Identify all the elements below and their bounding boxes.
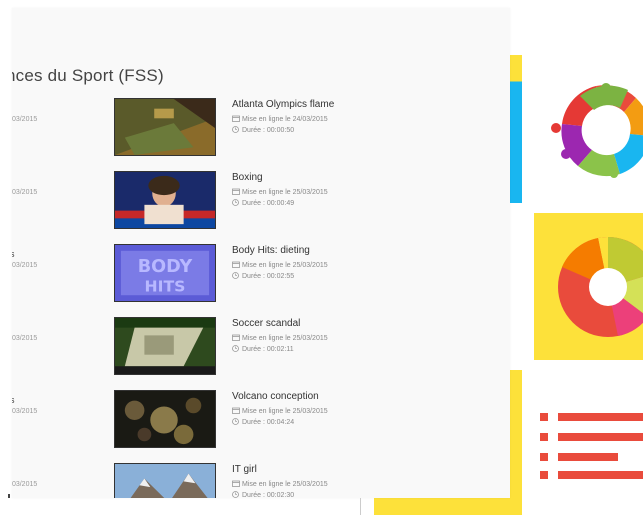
clock-icon <box>232 418 239 425</box>
left-title-fragment[interactable]: s <box>12 249 15 259</box>
scroll-mark <box>8 494 10 498</box>
video-date-text: Mise en ligne le 25/03/2015 <box>242 189 328 196</box>
video-duration: Durée : 00:00:49 <box>232 198 492 209</box>
video-duration: Durée : 00:02:11 <box>232 344 492 355</box>
video-date: Mise en ligne le 25/03/2015 <box>232 406 492 417</box>
video-info: IT girl Mise en ligne le 25/03/2015 Durée … <box>232 463 492 498</box>
video-title-link[interactable]: IT girl <box>232 463 492 477</box>
list-item[interactable]: /03/2015 Atlanta Olympics flame Mise en li… <box>12 98 510 160</box>
video-list-panel: nces du Sport (FSS) /03/2015 Atlanta Olym… <box>12 8 510 498</box>
video-info: Body Hits: dieting Mise en ligne le 25/03… <box>232 244 492 282</box>
video-title-link[interactable]: Boxing <box>232 171 492 185</box>
video-title-link[interactable]: Atlanta Olympics flame <box>232 98 492 112</box>
clock-icon <box>232 199 239 206</box>
video-title-link[interactable]: Body Hits: dieting <box>232 244 492 258</box>
video-thumbnail[interactable] <box>114 98 216 156</box>
panel-title: nces du Sport (FSS) <box>12 66 164 85</box>
calendar-icon <box>232 407 240 414</box>
left-date-fragment: /03/2015 <box>12 335 38 342</box>
video-date-text: Mise en ligne le 25/03/2015 <box>242 335 328 342</box>
clock-icon <box>232 345 239 352</box>
divider <box>360 498 361 515</box>
video-duration: Durée : 00:02:30 <box>232 490 492 498</box>
left-date-fragment: /03/2015 <box>12 116 38 123</box>
list-item[interactable]: /03/2015 Soccer scandal Mise en ligne le 2… <box>12 317 510 379</box>
video-date: Mise en ligne le 25/03/2015 <box>232 479 492 490</box>
calendar-icon <box>232 115 240 122</box>
video-title-link[interactable]: Volcano conception <box>232 390 492 404</box>
clock-icon <box>232 272 239 279</box>
video-duration: Durée : 00:00:50 <box>232 125 492 136</box>
video-info: Volcano conception Mise en ligne le 25/03… <box>232 390 492 428</box>
left-date-fragment: /03/2015 <box>12 262 38 269</box>
video-date: Mise en ligne le 25/03/2015 <box>232 260 492 271</box>
video-date: Mise en ligne le 24/03/2015 <box>232 114 492 125</box>
video-duration-text: Durée : 00:02:30 <box>242 492 295 498</box>
list-item[interactable]: /03/2015 Boxing Mise en ligne le 25/03/201… <box>12 171 510 233</box>
clock-icon <box>232 126 239 133</box>
video-info: Atlanta Olympics flame Mise en ligne le 2… <box>232 98 492 136</box>
left-title-fragment[interactable]: s <box>12 395 15 405</box>
calendar-icon <box>232 188 240 195</box>
clock-icon <box>232 491 239 498</box>
video-info: Boxing Mise en ligne le 25/03/2015 Durée :… <box>232 171 492 209</box>
video-duration: Durée : 00:02:55 <box>232 271 492 282</box>
video-duration-text: Durée : 00:00:49 <box>242 200 295 207</box>
video-duration-text: Durée : 00:02:55 <box>242 273 295 280</box>
video-thumbnail[interactable] <box>114 463 216 498</box>
list-item[interactable]: /03/2015 IT girl Mise en ligne le 25/03/20… <box>12 463 510 498</box>
svg-text:HITS: HITS <box>145 277 186 295</box>
video-duration: Durée : 00:04:24 <box>232 417 492 428</box>
left-date-fragment: /03/2015 <box>12 408 38 415</box>
calendar-icon <box>232 334 240 341</box>
video-date-text: Mise en ligne le 24/03/2015 <box>242 116 328 123</box>
video-info: Soccer scandal Mise en ligne le 25/03/201… <box>232 317 492 355</box>
calendar-icon <box>232 480 240 487</box>
left-date-fragment: /03/2015 <box>12 481 38 488</box>
video-thumbnail[interactable] <box>114 317 216 375</box>
video-thumbnail[interactable] <box>114 390 216 448</box>
pie-chart-icon <box>558 236 643 337</box>
background-tile-top <box>508 55 522 203</box>
video-title-link[interactable]: Soccer scandal <box>232 317 492 331</box>
left-date-fragment: /03/2015 <box>12 189 38 196</box>
video-duration-text: Durée : 00:02:11 <box>242 346 294 353</box>
list-icon <box>540 413 643 479</box>
video-duration-text: Durée : 00:04:24 <box>242 419 295 426</box>
ring-chart-icon <box>551 83 643 178</box>
video-date: Mise en ligne le 25/03/2015 <box>232 187 492 198</box>
video-duration-text: Durée : 00:00:50 <box>242 127 295 134</box>
calendar-icon <box>232 261 240 268</box>
list-item[interactable]: s/03/2015 Volcano conception Mise en ligne… <box>12 390 510 452</box>
video-date-text: Mise en ligne le 25/03/2015 <box>242 408 328 415</box>
video-thumbnail[interactable] <box>114 171 216 229</box>
list-item[interactable]: s/03/2015 BODY HITS Body Hits: dieting Mise … <box>12 244 510 306</box>
video-date-text: Mise en ligne le 25/03/2015 <box>242 262 328 269</box>
svg-text:BODY: BODY <box>138 257 193 277</box>
video-date-text: Mise en ligne le 25/03/2015 <box>242 481 328 488</box>
video-date: Mise en ligne le 25/03/2015 <box>232 333 492 344</box>
video-thumbnail[interactable]: BODY HITS <box>114 244 216 302</box>
